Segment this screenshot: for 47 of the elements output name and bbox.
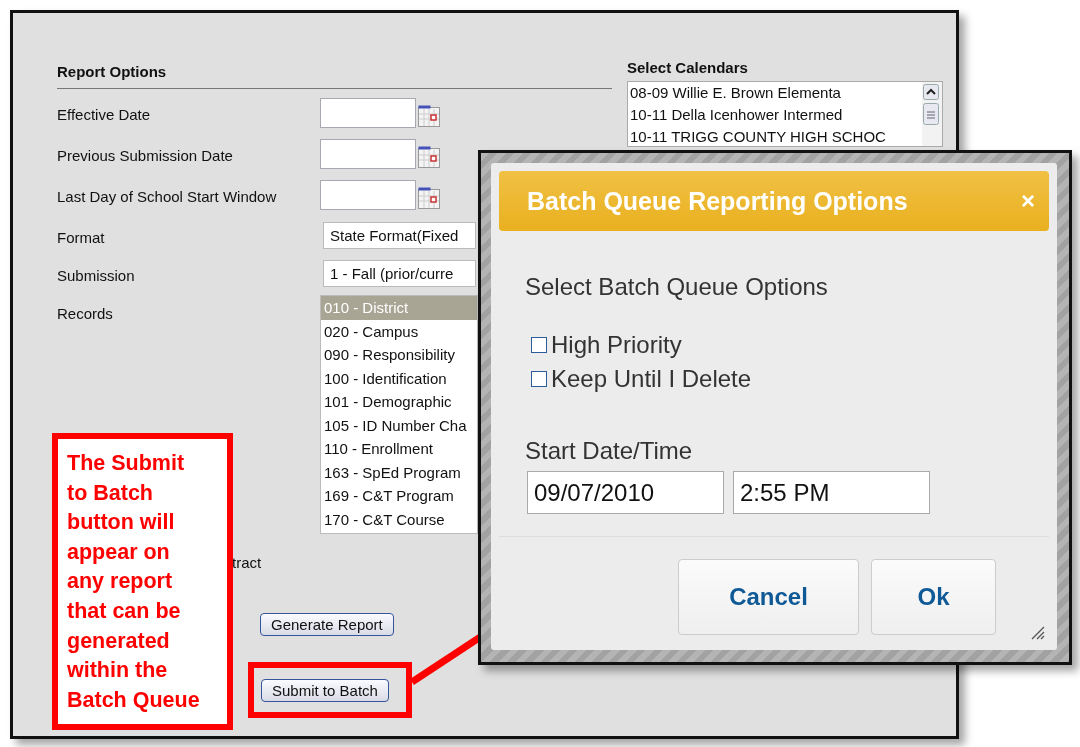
field-label: Submission [57, 267, 136, 284]
checkbox-label: Keep Until I Delete [551, 365, 752, 393]
dialog-button[interactable]: Cancel [678, 559, 859, 635]
list-item[interactable]: 170 - C&T Course [321, 507, 477, 531]
dialog-button[interactable]: Ok [871, 559, 996, 635]
report-button[interactable]: Generate Report [260, 612, 394, 636]
date-field[interactable] [320, 98, 416, 128]
scroll-up-icon[interactable] [923, 84, 939, 100]
field-label: Effective Date [57, 106, 152, 123]
report-button[interactable]: Submit to Batch [261, 678, 389, 702]
scroll-thumb-icon[interactable] [923, 103, 939, 125]
list-item[interactable]: 10-11 Della Icenhower Intermed [630, 104, 922, 126]
field-label: Last Day of School Start Window [57, 188, 278, 205]
section-title: Select Batch Queue Options [525, 273, 829, 301]
field-label: tract [232, 554, 262, 571]
checkbox[interactable] [531, 371, 547, 387]
list-item[interactable]: 10-11 TRIGG COUNTY HIGH SCHOC [630, 126, 922, 146]
list-item[interactable]: 169 - C&T Program [321, 484, 477, 508]
field-label: Format [57, 229, 106, 246]
date-field[interactable]: 09/07/2010 [527, 471, 724, 514]
dialog-title: Batch Queue Reporting Options [527, 186, 908, 216]
calendar-icon[interactable] [418, 105, 440, 127]
list-item[interactable]: 101 - Demographic [321, 390, 477, 414]
date-field[interactable] [320, 139, 416, 169]
section-title: Select Calendars [627, 59, 749, 76]
list-item[interactable]: 105 - ID Number Cha [321, 413, 477, 437]
date-field[interactable] [320, 180, 416, 210]
section-title: Report Options [57, 63, 612, 89]
checkbox-label: High Priority [551, 331, 682, 359]
list-item[interactable]: 110 - Enrollment [321, 437, 477, 461]
dropdown[interactable]: 1 - Fall (prior/curre [323, 260, 476, 287]
list-item[interactable]: 163 - SpEd Program [321, 460, 477, 484]
list-item[interactable]: 090 - Responsibility [321, 343, 477, 367]
field-label: Start Date/Time [525, 436, 694, 465]
callout-note: The Submit to Batch button will appear on any report that can be generated within the Batch Queue [52, 433, 233, 730]
field-label: Records [57, 305, 114, 322]
list-item[interactable]: 020 - Campus [321, 319, 477, 343]
calendar-icon[interactable] [418, 146, 440, 168]
checkbox[interactable] [531, 337, 547, 353]
field-label: Previous Submission Date [57, 147, 234, 164]
time-field[interactable]: 2:55 PM [733, 471, 930, 514]
list-item[interactable]: 100 - Identification [321, 366, 477, 390]
list-item[interactable]: 08-09 Willie E. Brown Elementa [630, 82, 922, 104]
resize-grip-icon[interactable] [1029, 624, 1045, 640]
dropdown[interactable]: State Format(Fixed [323, 222, 476, 249]
calendar-icon[interactable] [418, 187, 440, 209]
scrollbar[interactable] [922, 82, 942, 146]
